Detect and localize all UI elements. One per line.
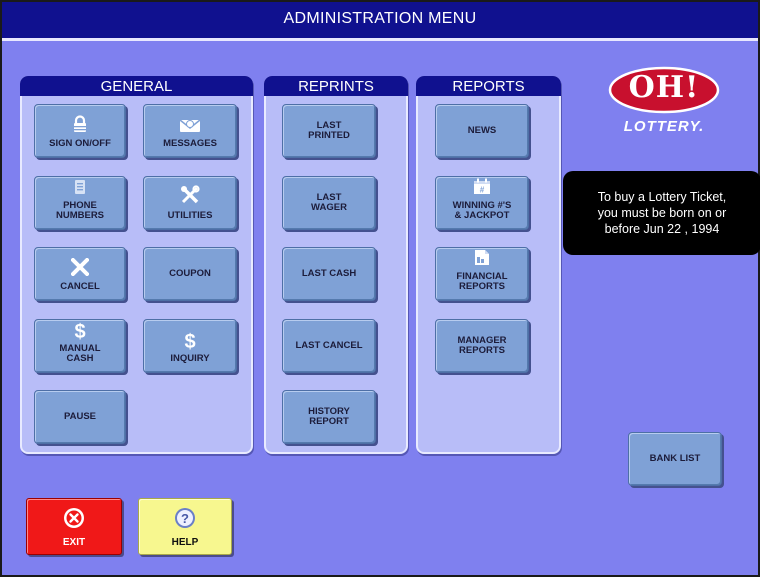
coupon-button[interactable]: COUPON xyxy=(143,247,237,301)
inquiry-label: INQUIRY xyxy=(170,353,210,364)
document-icon xyxy=(473,249,491,269)
dollar-icon: $ xyxy=(184,331,196,353)
last-cash-label: LAST CASH xyxy=(301,268,357,279)
pause-button[interactable]: PAUSE xyxy=(34,390,126,444)
question-circle-icon: ? xyxy=(173,506,197,533)
last-printed-button[interactable]: LAST PRINTED xyxy=(282,104,376,158)
history-report-button[interactable]: HISTORY REPORT xyxy=(282,390,376,444)
utilities-button[interactable]: UTILITIES xyxy=(143,176,237,230)
phone-numbers-button[interactable]: PHONE NUMBERS xyxy=(34,176,126,230)
help-button[interactable]: ? HELP xyxy=(138,498,232,555)
phone-book-icon xyxy=(74,179,86,198)
winning-jackpot-button[interactable]: # WINNING #'S & JACKPOT xyxy=(435,176,529,230)
messages-label: MESSAGES xyxy=(163,138,217,149)
last-cancel-button[interactable]: LAST CANCEL xyxy=(282,319,376,373)
general-heading: GENERAL xyxy=(20,76,253,96)
news-button[interactable]: NEWS xyxy=(435,104,529,158)
calendar-icon: # xyxy=(473,178,491,198)
last-wager-button[interactable]: LAST WAGER xyxy=(282,176,376,230)
logo-word: LOTTERY. xyxy=(623,118,705,135)
cancel-button[interactable]: CANCEL xyxy=(34,247,126,301)
financial-label-2: REPORTS xyxy=(459,281,505,292)
utilities-label: UTILITIES xyxy=(167,210,213,221)
close-circle-icon xyxy=(62,506,86,533)
inquiry-button[interactable]: $ INQUIRY xyxy=(143,319,237,373)
page-title: ADMINISTRATION MENU xyxy=(283,10,477,27)
last-printed-label-2: PRINTED xyxy=(308,130,350,141)
bank-list-label: BANK LIST xyxy=(649,453,701,464)
tools-icon xyxy=(180,185,200,208)
svg-text:?: ? xyxy=(181,511,189,526)
exit-label: EXIT xyxy=(62,537,86,548)
dollar-icon: $ xyxy=(74,321,86,343)
news-label: NEWS xyxy=(467,125,497,136)
manager-reports-button[interactable]: MANAGER REPORTS xyxy=(435,319,529,373)
help-label: HELP xyxy=(171,537,199,548)
notice-line-1: To buy a Lottery Ticket, xyxy=(597,190,727,204)
envelope-icon xyxy=(179,117,201,136)
phone-numbers-label-2: NUMBERS xyxy=(55,210,105,221)
oh-lottery-logo: OH! LOTTERY. xyxy=(604,66,724,146)
sign-on-off-label: SIGN ON/OFF xyxy=(49,138,111,149)
winning-label-2: & JACKPOT xyxy=(454,210,510,221)
svg-text:#: # xyxy=(480,186,485,195)
manager-label-2: REPORTS xyxy=(459,345,505,356)
exit-button[interactable]: EXIT xyxy=(26,498,122,555)
x-icon xyxy=(70,257,90,279)
reprints-heading: REPRINTS xyxy=(264,76,408,96)
logo-mark: OH! xyxy=(628,70,700,105)
notice-line-2: you must be born on or xyxy=(597,206,727,220)
age-notice: To buy a Lottery Ticket, you must be bor… xyxy=(563,171,760,255)
last-cancel-label: LAST CANCEL xyxy=(295,340,363,351)
lock-icon xyxy=(71,115,89,136)
manual-cash-label-2: CASH xyxy=(66,353,94,364)
title-bar: ADMINISTRATION MENU xyxy=(2,2,758,41)
financial-reports-button[interactable]: FINANCIAL REPORTS xyxy=(435,247,529,301)
bank-list-button[interactable]: BANK LIST xyxy=(628,432,722,486)
notice-line-3: before Jun 22 , 1994 xyxy=(604,222,720,236)
admin-screen: ADMINISTRATION MENU GENERAL SIGN ON/OFF … xyxy=(0,0,760,577)
manual-cash-button[interactable]: $ MANUAL CASH xyxy=(34,319,126,373)
sign-on-off-button[interactable]: SIGN ON/OFF xyxy=(34,104,126,158)
coupon-label: COUPON xyxy=(169,268,211,279)
last-cash-button[interactable]: LAST CASH xyxy=(282,247,376,301)
messages-button[interactable]: MESSAGES xyxy=(143,104,237,158)
cancel-label: CANCEL xyxy=(60,281,100,292)
reports-heading: REPORTS xyxy=(416,76,561,96)
pause-label: PAUSE xyxy=(63,411,97,422)
history-report-label-2: REPORT xyxy=(309,416,349,427)
last-wager-label-2: WAGER xyxy=(311,202,347,213)
